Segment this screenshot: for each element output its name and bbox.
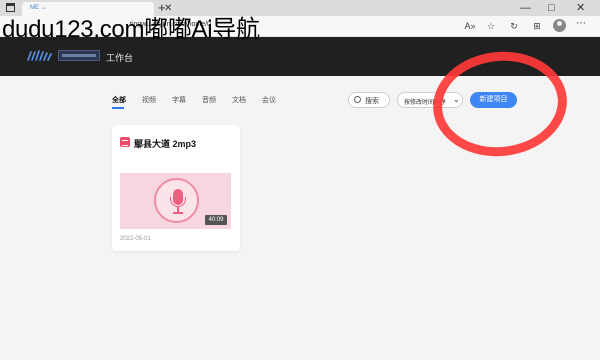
refresh-icon[interactable]: ↻ — [507, 19, 521, 33]
search-button[interactable]: 搜索 — [348, 92, 390, 108]
file-name[interactable]: 鄢县大道 2mp3 — [134, 137, 196, 150]
tab-meetings[interactable]: 会议 — [262, 95, 276, 105]
profile-avatar-icon[interactable] — [553, 19, 566, 32]
workbench-title: 工作台 — [106, 53, 134, 63]
file-date: 2022-05-01 — [120, 236, 151, 242]
maximize-button[interactable]: □ — [548, 0, 555, 16]
logo-icon[interactable] — [26, 49, 56, 63]
search-icon — [354, 96, 361, 103]
more-menu-icon[interactable]: ⋯ — [576, 18, 586, 29]
duration-badge: 40:09 — [205, 215, 227, 225]
collections-icon[interactable]: ⊞ — [530, 19, 544, 33]
favorite-star-icon[interactable]: ☆ — [484, 19, 498, 33]
read-aloud-icon[interactable]: A» — [463, 19, 477, 33]
file-card[interactable]: 鄢县大道 2mp3 40:09 2022-05-01 — [112, 125, 240, 251]
minimize-button[interactable]: — — [520, 0, 531, 16]
tab-subtitles[interactable]: 字幕 — [172, 95, 186, 105]
audio-file-icon — [120, 137, 130, 147]
search-label: 搜索 — [365, 98, 379, 105]
tab-all[interactable]: 全部 — [112, 95, 126, 105]
tab-documents[interactable]: 文档 — [232, 95, 246, 105]
watermark-text: dudu123.com嘟嘟Ai导航 — [2, 16, 260, 43]
tab-audio[interactable]: 音频 — [202, 95, 216, 105]
tab-video[interactable]: 视频 — [142, 95, 156, 105]
active-tab-indicator — [112, 107, 124, 109]
logo-wordmark — [58, 50, 100, 61]
microphone-icon — [154, 178, 199, 223]
file-thumbnail[interactable]: 40:09 — [120, 173, 231, 229]
close-window-button[interactable]: ✕ — [576, 0, 585, 16]
